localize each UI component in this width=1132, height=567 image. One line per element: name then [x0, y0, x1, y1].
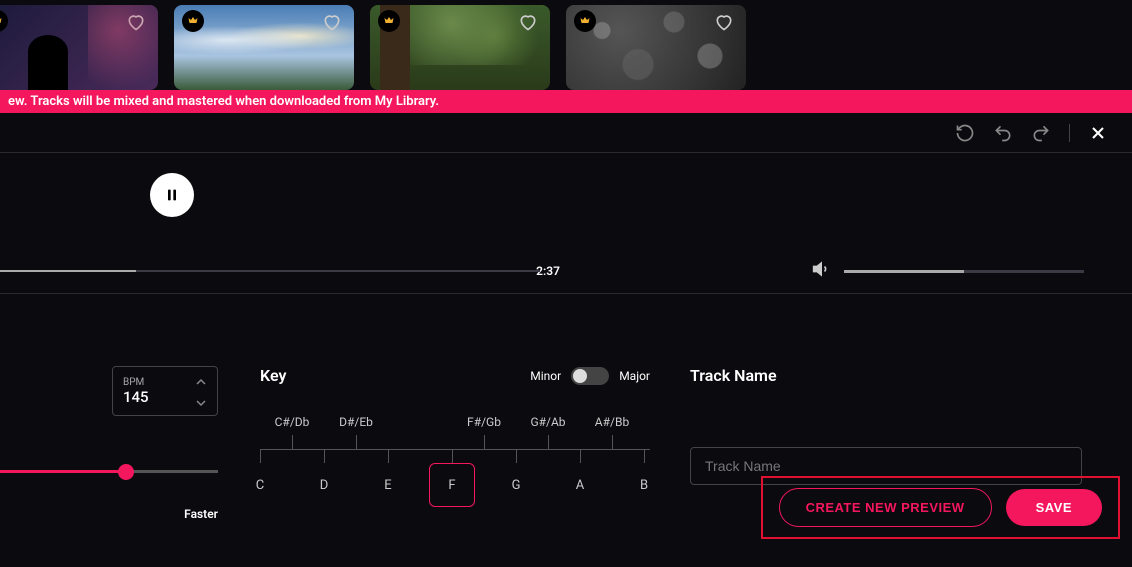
progress-track[interactable]	[0, 270, 540, 272]
pause-button[interactable]	[150, 173, 194, 217]
redo-icon[interactable]	[1031, 123, 1051, 143]
key-natural-G[interactable]: G	[512, 478, 521, 493]
bpm-slider[interactable]	[0, 470, 218, 473]
key-natural-A[interactable]: A	[576, 478, 584, 493]
mode-minor-label: Minor	[530, 369, 561, 383]
key-section: Key Minor Major C#/Db D#/Eb F#/Gb G#/Ab A#/B…	[260, 366, 650, 521]
preset-card[interactable]	[0, 5, 158, 90]
editor-toolbar	[0, 113, 1132, 153]
bpm-box: BPM 145	[112, 366, 218, 416]
bpm-label: BPM	[123, 377, 149, 388]
bpm-up-icon[interactable]	[195, 371, 207, 390]
bpm-down-icon[interactable]	[195, 392, 207, 411]
bpm-slider-thumb[interactable]	[118, 464, 134, 480]
preset-card[interactable]	[174, 5, 354, 90]
bpm-faster-label: Faster	[0, 507, 220, 521]
player-bar: 2:37	[0, 153, 1132, 294]
progress-fill	[0, 270, 136, 272]
key-natural-E[interactable]: E	[384, 478, 391, 493]
preset-cards-row	[0, 5, 1132, 90]
key-sharp[interactable]: A#/Bb	[595, 415, 629, 429]
key-natural-C[interactable]: C	[256, 478, 264, 493]
key-title: Key	[260, 366, 286, 385]
key-sharp[interactable]: C#/Db	[275, 415, 310, 429]
heart-icon[interactable]	[320, 10, 344, 34]
crown-icon	[378, 10, 400, 32]
key-mode-toggle[interactable]	[571, 367, 609, 385]
toggle-thumb	[573, 369, 587, 383]
crown-icon	[574, 10, 596, 32]
volume-fill	[844, 270, 964, 273]
key-scale[interactable]: C#/DbD#/EbF#/GbG#/AbA#/Bb CDEFGAB	[260, 415, 650, 498]
track-name-title: Track Name	[690, 366, 1082, 385]
key-natural-D[interactable]: D	[320, 478, 329, 493]
create-preview-button[interactable]: CREATE NEW PREVIEW	[779, 488, 992, 527]
bpm-slider-fill	[0, 470, 126, 473]
history-icon[interactable]	[955, 123, 975, 143]
crown-icon	[0, 10, 8, 32]
volume-track[interactable]	[844, 270, 1084, 273]
mode-major-label: Major	[619, 369, 650, 383]
heart-icon[interactable]	[712, 10, 736, 34]
volume-icon[interactable]	[812, 259, 832, 283]
toolbar-divider	[1069, 124, 1070, 142]
bpm-value: 145	[123, 388, 149, 406]
close-icon[interactable]	[1088, 123, 1108, 143]
action-buttons: CREATE NEW PREVIEW SAVE	[761, 476, 1120, 539]
preset-card[interactable]	[370, 5, 550, 90]
key-sharp[interactable]: D#/Eb	[339, 415, 373, 429]
crown-icon	[182, 10, 204, 32]
undo-icon[interactable]	[993, 123, 1013, 143]
key-sharp[interactable]: G#/Ab	[530, 415, 565, 429]
bpm-section: BPM 145 Faster	[0, 366, 220, 521]
heart-icon[interactable]	[516, 10, 540, 34]
save-button[interactable]: SAVE	[1006, 489, 1102, 526]
key-sharp[interactable]: F#/Gb	[467, 415, 501, 429]
key-natural-B[interactable]: B	[640, 478, 648, 493]
info-banner: ew. Tracks will be mixed and mastered wh…	[0, 90, 1132, 113]
heart-icon[interactable]	[124, 10, 148, 34]
preset-card[interactable]	[566, 5, 746, 90]
key-selected-indicator	[429, 463, 475, 507]
